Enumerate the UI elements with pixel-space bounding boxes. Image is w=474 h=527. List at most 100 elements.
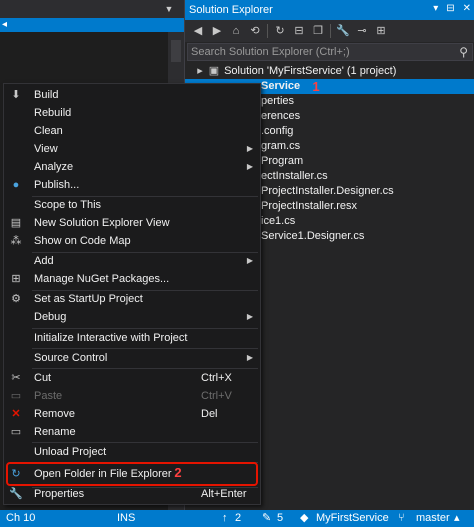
copy-icon[interactable]: ❐ bbox=[311, 24, 325, 38]
menu-item-show-on-code-map[interactable]: ⁂ Show on Code Map bbox=[4, 232, 260, 250]
submenu-arrow-icon: ▶ bbox=[246, 144, 253, 153]
menu-item-label: Initialize Interactive with Project bbox=[34, 332, 188, 344]
search-input[interactable]: Search Solution Explorer (Ctrl+;) ⚲ bbox=[187, 43, 473, 61]
cut-icon: ✂ bbox=[11, 372, 21, 384]
menu-item-shortcut: Alt+Enter bbox=[201, 488, 247, 500]
editor-scroll-thumb[interactable] bbox=[171, 40, 181, 62]
menu-item-analyze[interactable]: Analyze ▶ bbox=[4, 158, 260, 176]
tree-item-label: ice1.cs bbox=[261, 215, 296, 227]
menu-item-label: Scope to This bbox=[34, 199, 102, 211]
nuget-icon: ⊞ bbox=[11, 273, 21, 285]
menu-item-label: New Solution Explorer View bbox=[34, 217, 170, 229]
solution-explorer-toolbar: ◀ ▶ ⌂ ⟲ ↻ ⊟ ❐ 🔧 ⊸ ⊞ bbox=[185, 20, 474, 42]
menu-item-label: Manage NuGet Packages... bbox=[34, 273, 170, 285]
menu-item-unload-project[interactable]: Unload Project bbox=[4, 443, 260, 461]
tree-item-label: ProjectInstaller.resx bbox=[261, 200, 357, 212]
menu-item-label: Clean bbox=[34, 125, 63, 137]
tree-item-label: ectInstaller.cs bbox=[261, 170, 328, 182]
diagram-icon[interactable]: ⊞ bbox=[374, 24, 388, 38]
menu-item-label: Cut bbox=[34, 372, 52, 384]
pin-icon[interactable]: ⊸ bbox=[355, 24, 369, 38]
chevron-up-icon[interactable]: ▴ bbox=[454, 510, 460, 527]
search-placeholder: Search Solution Explorer (Ctrl+;) bbox=[191, 46, 350, 58]
toolbar-separator bbox=[267, 24, 268, 38]
status-project[interactable]: MyFirstService bbox=[316, 510, 389, 527]
menu-item-label: Debug bbox=[34, 311, 67, 323]
status-branch[interactable]: master bbox=[416, 510, 450, 527]
code-map-icon: ⁂ bbox=[10, 235, 22, 247]
menu-item-add[interactable]: Add ▶ bbox=[4, 252, 260, 270]
tree-item-label: perties bbox=[261, 95, 295, 107]
properties-icon[interactable]: 🔧 bbox=[336, 24, 350, 38]
refresh-icon[interactable]: ↻ bbox=[273, 24, 287, 38]
expand-icon[interactable]: ▸ bbox=[193, 64, 207, 79]
menu-item-properties[interactable]: 🔧 Properties Alt+Enter bbox=[4, 485, 260, 503]
arrow-up-icon: ↑ bbox=[222, 512, 228, 524]
menu-item-rebuild[interactable]: Rebuild bbox=[4, 104, 260, 122]
history-icon[interactable]: ⟲ bbox=[248, 24, 262, 38]
menu-item-label: Set as StartUp Project bbox=[34, 293, 143, 305]
tree-item-label: Service1.Designer.cs bbox=[261, 230, 365, 242]
menu-item-label: Paste bbox=[34, 390, 63, 402]
dropdown-icon[interactable]: ▾ bbox=[433, 3, 438, 14]
menu-item-label: View bbox=[34, 143, 58, 155]
menu-item-paste[interactable]: ▭ Paste Ctrl+V bbox=[4, 387, 260, 405]
project-icon: ◆ bbox=[300, 512, 309, 524]
menu-item-cut[interactable]: ✂ Cut Ctrl+X bbox=[4, 369, 260, 387]
toolbar-separator bbox=[330, 24, 331, 38]
tree-item-label: gram.cs bbox=[261, 140, 301, 152]
build-icon: ⬇ bbox=[11, 89, 21, 101]
menu-item-label: Source Control bbox=[34, 352, 108, 364]
menu-item-view[interactable]: View ▶ bbox=[4, 140, 260, 158]
menu-item-debug[interactable]: Debug ▶ bbox=[4, 308, 260, 326]
tree-item-label: .config bbox=[261, 125, 294, 137]
pin-icon[interactable]: ⊟ bbox=[446, 3, 454, 14]
annotation-badge-2: 2 bbox=[174, 465, 182, 480]
new-window-icon: ▤ bbox=[10, 217, 22, 229]
submenu-arrow-icon: ▶ bbox=[246, 256, 253, 265]
status-edit-count[interactable]: 5 bbox=[277, 510, 283, 527]
menu-item-label: Rename bbox=[34, 426, 76, 438]
menu-item-shortcut: Ctrl+X bbox=[201, 372, 232, 384]
pencil-icon: ✎ bbox=[262, 512, 272, 524]
back-icon[interactable]: ◀ bbox=[191, 24, 205, 38]
menu-item-initialize-interactive[interactable]: Initialize Interactive with Project bbox=[4, 329, 260, 347]
globe-icon: ● bbox=[12, 179, 20, 191]
arrow-left-icon[interactable]: ◂ bbox=[2, 20, 7, 30]
chevron-down-icon[interactable]: ▼ bbox=[160, 4, 178, 16]
menu-item-label: Build bbox=[34, 89, 59, 101]
menu-item-label: Unload Project bbox=[34, 446, 107, 458]
menu-item-label: Analyze bbox=[34, 161, 74, 173]
menu-item-clean[interactable]: Clean bbox=[4, 122, 260, 140]
wrench-icon: 🔧 bbox=[9, 488, 23, 500]
home-icon[interactable]: ⌂ bbox=[229, 24, 243, 38]
menu-item-remove[interactable]: ✕ Remove Del bbox=[4, 405, 260, 423]
remove-icon: ✕ bbox=[11, 408, 21, 420]
solution-icon: ▣ bbox=[208, 65, 220, 77]
menu-item-rename[interactable]: ▭ Rename bbox=[4, 423, 260, 441]
gear-icon: ⚙ bbox=[11, 293, 21, 305]
menu-item-label: Rebuild bbox=[34, 107, 72, 119]
menu-item-source-control[interactable]: Source Control ▶ bbox=[4, 349, 260, 367]
menu-item-publish[interactable]: ● Publish... bbox=[4, 176, 260, 194]
menu-item-label: Add bbox=[34, 255, 54, 267]
context-menu: ⬇ Build Rebuild Clean View ▶ Analyze ▶ ● Pub… bbox=[3, 83, 261, 505]
collapse-icon[interactable]: ⊟ bbox=[292, 24, 306, 38]
tree-item-label: Program bbox=[261, 155, 304, 167]
menu-item-build[interactable]: ⬇ Build bbox=[4, 86, 260, 104]
tree-item-label: Solution 'MyFirstService' (1 project) bbox=[224, 65, 397, 77]
forward-icon[interactable]: ▶ bbox=[210, 24, 224, 38]
close-icon[interactable]: ✕ bbox=[463, 3, 471, 14]
editor-titlebar bbox=[0, 0, 184, 18]
tree-item-label: erences bbox=[261, 110, 301, 122]
menu-item-manage-nuget[interactable]: ⊞ Manage NuGet Packages... bbox=[4, 270, 260, 288]
status-up-count[interactable]: 2 bbox=[235, 510, 241, 527]
menu-item-new-solution-explorer-view[interactable]: ▤ New Solution Explorer View bbox=[4, 214, 260, 232]
menu-item-label: Show on Code Map bbox=[34, 235, 131, 247]
menu-item-scope-to-this[interactable]: Scope to This bbox=[4, 196, 260, 214]
tree-item-solution[interactable]: ▸ ▣ Solution 'MyFirstService' (1 project) bbox=[185, 64, 474, 79]
search-icon[interactable]: ⚲ bbox=[459, 45, 468, 59]
menu-item-label: Remove bbox=[34, 408, 75, 420]
menu-item-set-startup[interactable]: ⚙ Set as StartUp Project bbox=[4, 290, 260, 308]
solution-explorer-titlebar: Solution Explorer ▾ ⊟ ✕ bbox=[185, 0, 474, 20]
